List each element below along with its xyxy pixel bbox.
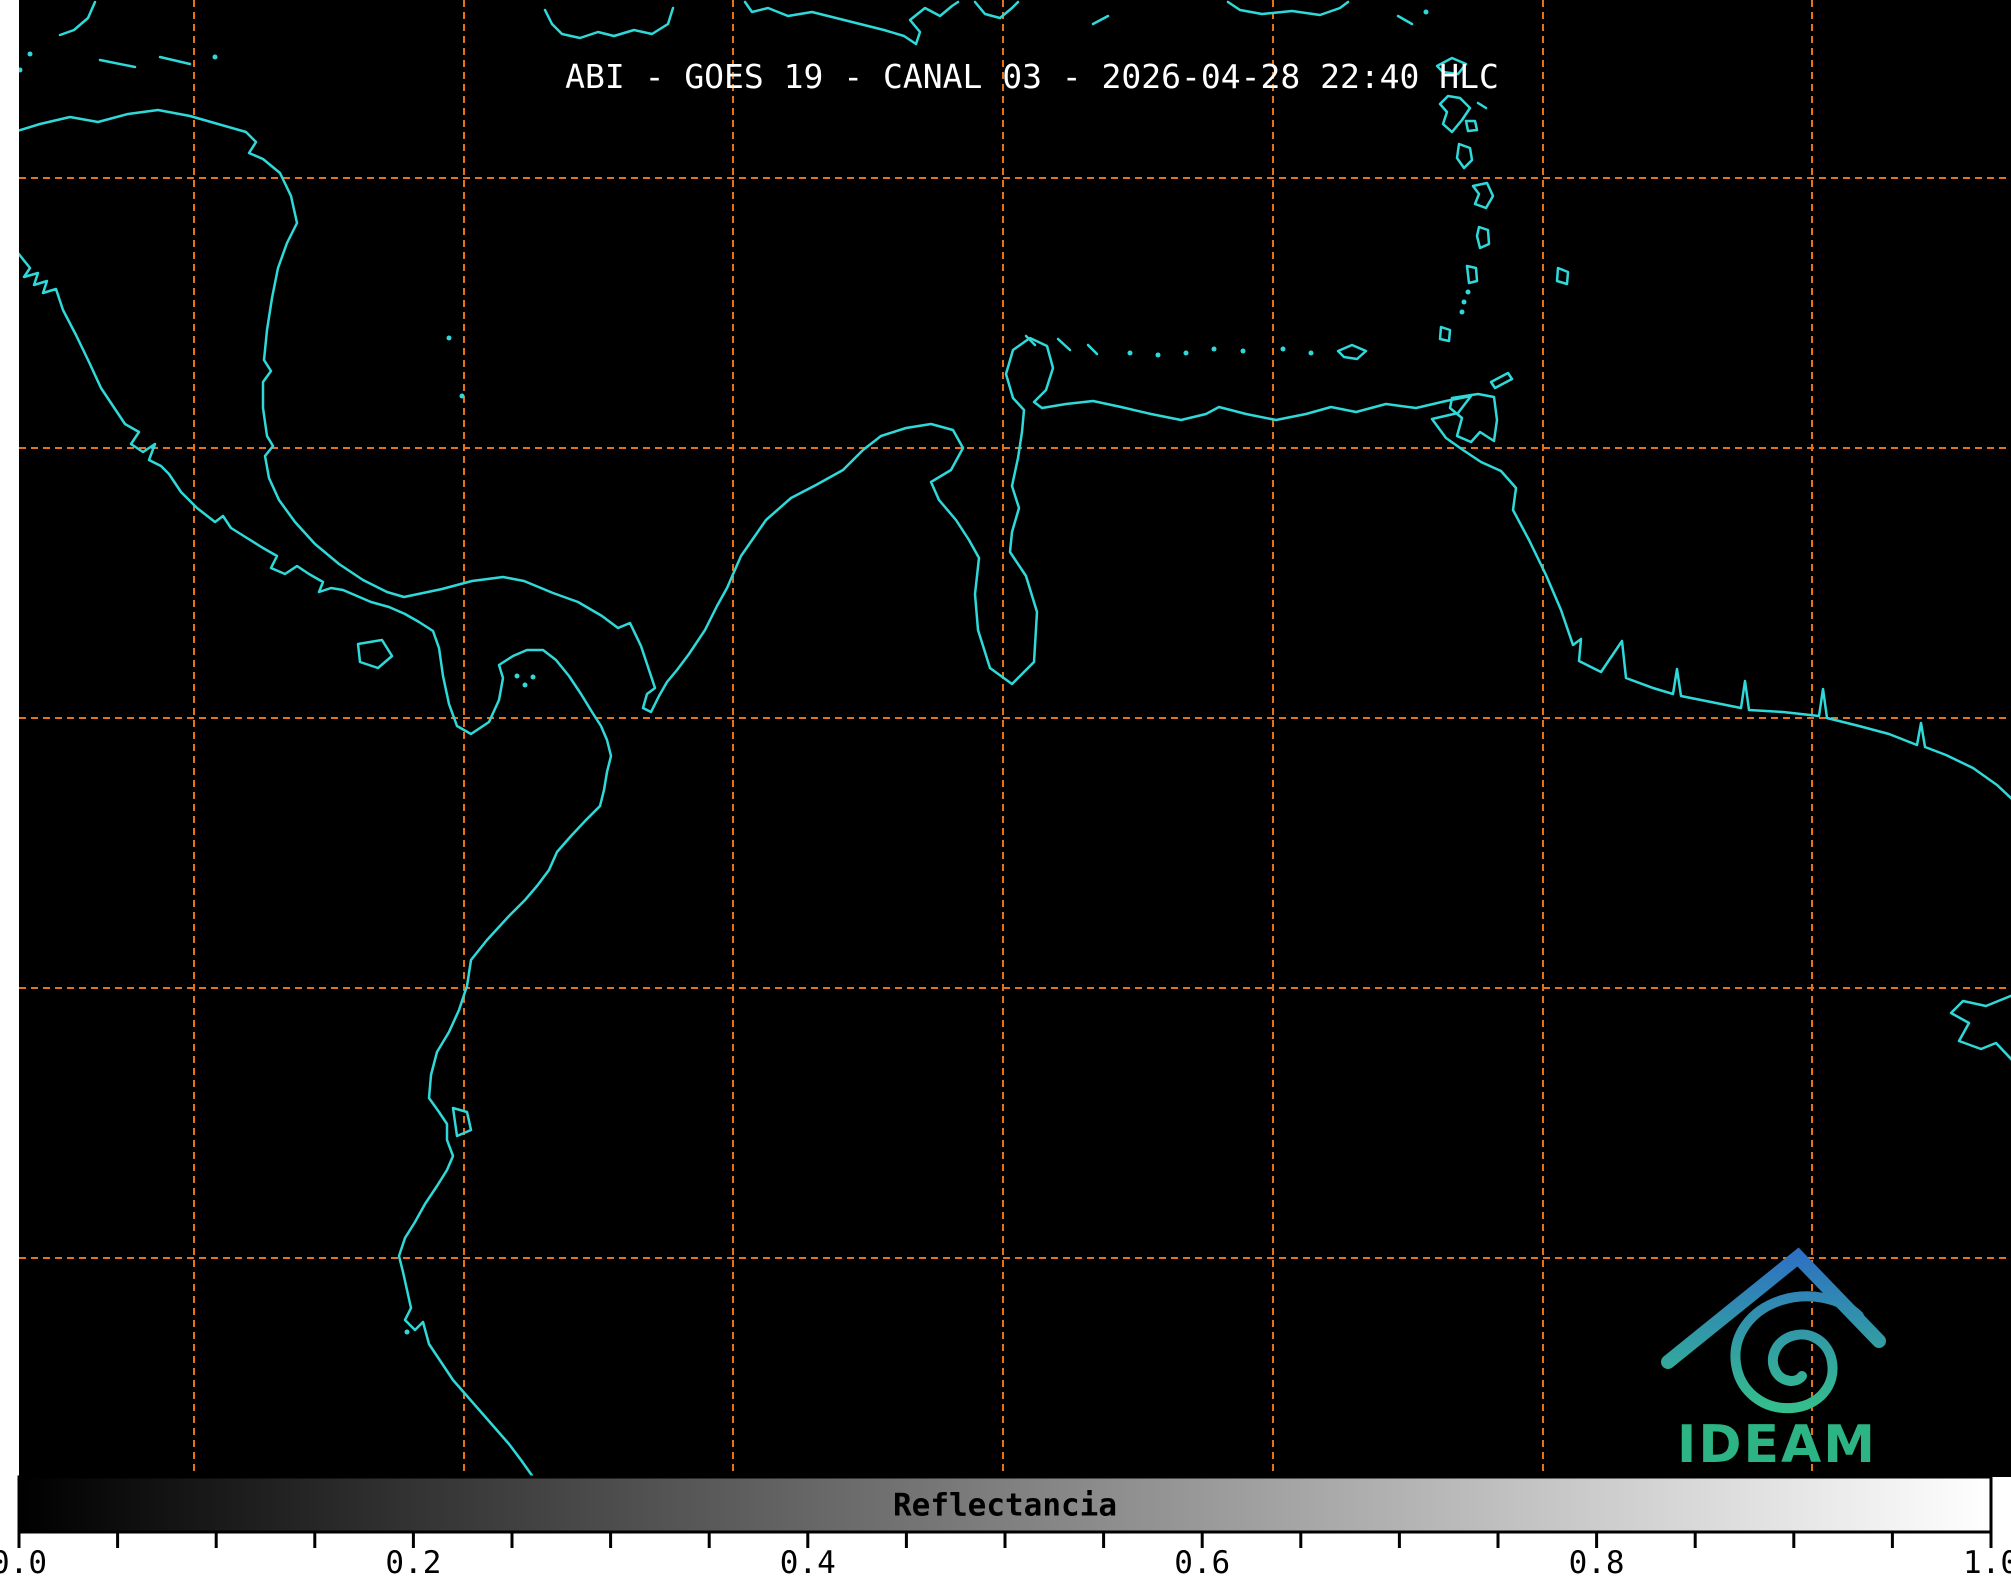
island-dot: [18, 68, 23, 73]
satellite-image-viewer: ABI - GOES 19 - CANAL 03 - 2026-04-28 22…: [0, 0, 2011, 1577]
colorbar-ticks: [19, 1532, 1991, 1548]
island-dot: [1460, 310, 1465, 315]
island-dot: [1281, 347, 1286, 352]
colorbar-tick-label: 1.0: [1963, 1545, 2011, 1577]
island-dot: [1466, 290, 1471, 295]
satellite-image: ABI - GOES 19 - CANAL 03 - 2026-04-28 22…: [0, 0, 2011, 1577]
colorbar: 0.0 0.2 0.4 0.6 0.8 1.0 Reflectancia: [0, 1477, 2011, 1577]
island-dot: [405, 1330, 410, 1335]
island-dot: [1212, 347, 1217, 352]
island-dot: [213, 55, 218, 60]
colorbar-label: Reflectancia: [893, 1488, 1117, 1524]
colorbar-tick-label: 0.4: [780, 1545, 836, 1577]
island-dot: [1184, 351, 1189, 356]
colorbar-tick-label: 0.8: [1569, 1545, 1625, 1577]
island-dot: [1309, 351, 1314, 356]
island-dot: [28, 52, 33, 57]
island-dot: [515, 674, 520, 679]
island-dot: [523, 683, 528, 688]
colorbar-tick-label: 0.0: [0, 1545, 47, 1577]
map-background: [19, 0, 2011, 1477]
image-title: ABI - GOES 19 - CANAL 03 - 2026-04-28 22…: [565, 57, 1499, 96]
island-dot: [1462, 300, 1467, 305]
island-dot: [1156, 353, 1161, 358]
island-dot: [1424, 10, 1429, 15]
colorbar-tick-label: 0.2: [385, 1545, 441, 1577]
colorbar-tick-labels: 0.0 0.2 0.4 0.6 0.8 1.0: [0, 1545, 2011, 1577]
island-dot: [1128, 351, 1133, 356]
island-dot: [11, 86, 16, 91]
island-dot: [1241, 349, 1246, 354]
island-dot: [460, 394, 465, 399]
logo-text: IDEAM: [1677, 1415, 1877, 1475]
island-dot: [531, 675, 536, 680]
colorbar-tick-label: 0.6: [1174, 1545, 1230, 1577]
island-dot: [447, 336, 452, 341]
